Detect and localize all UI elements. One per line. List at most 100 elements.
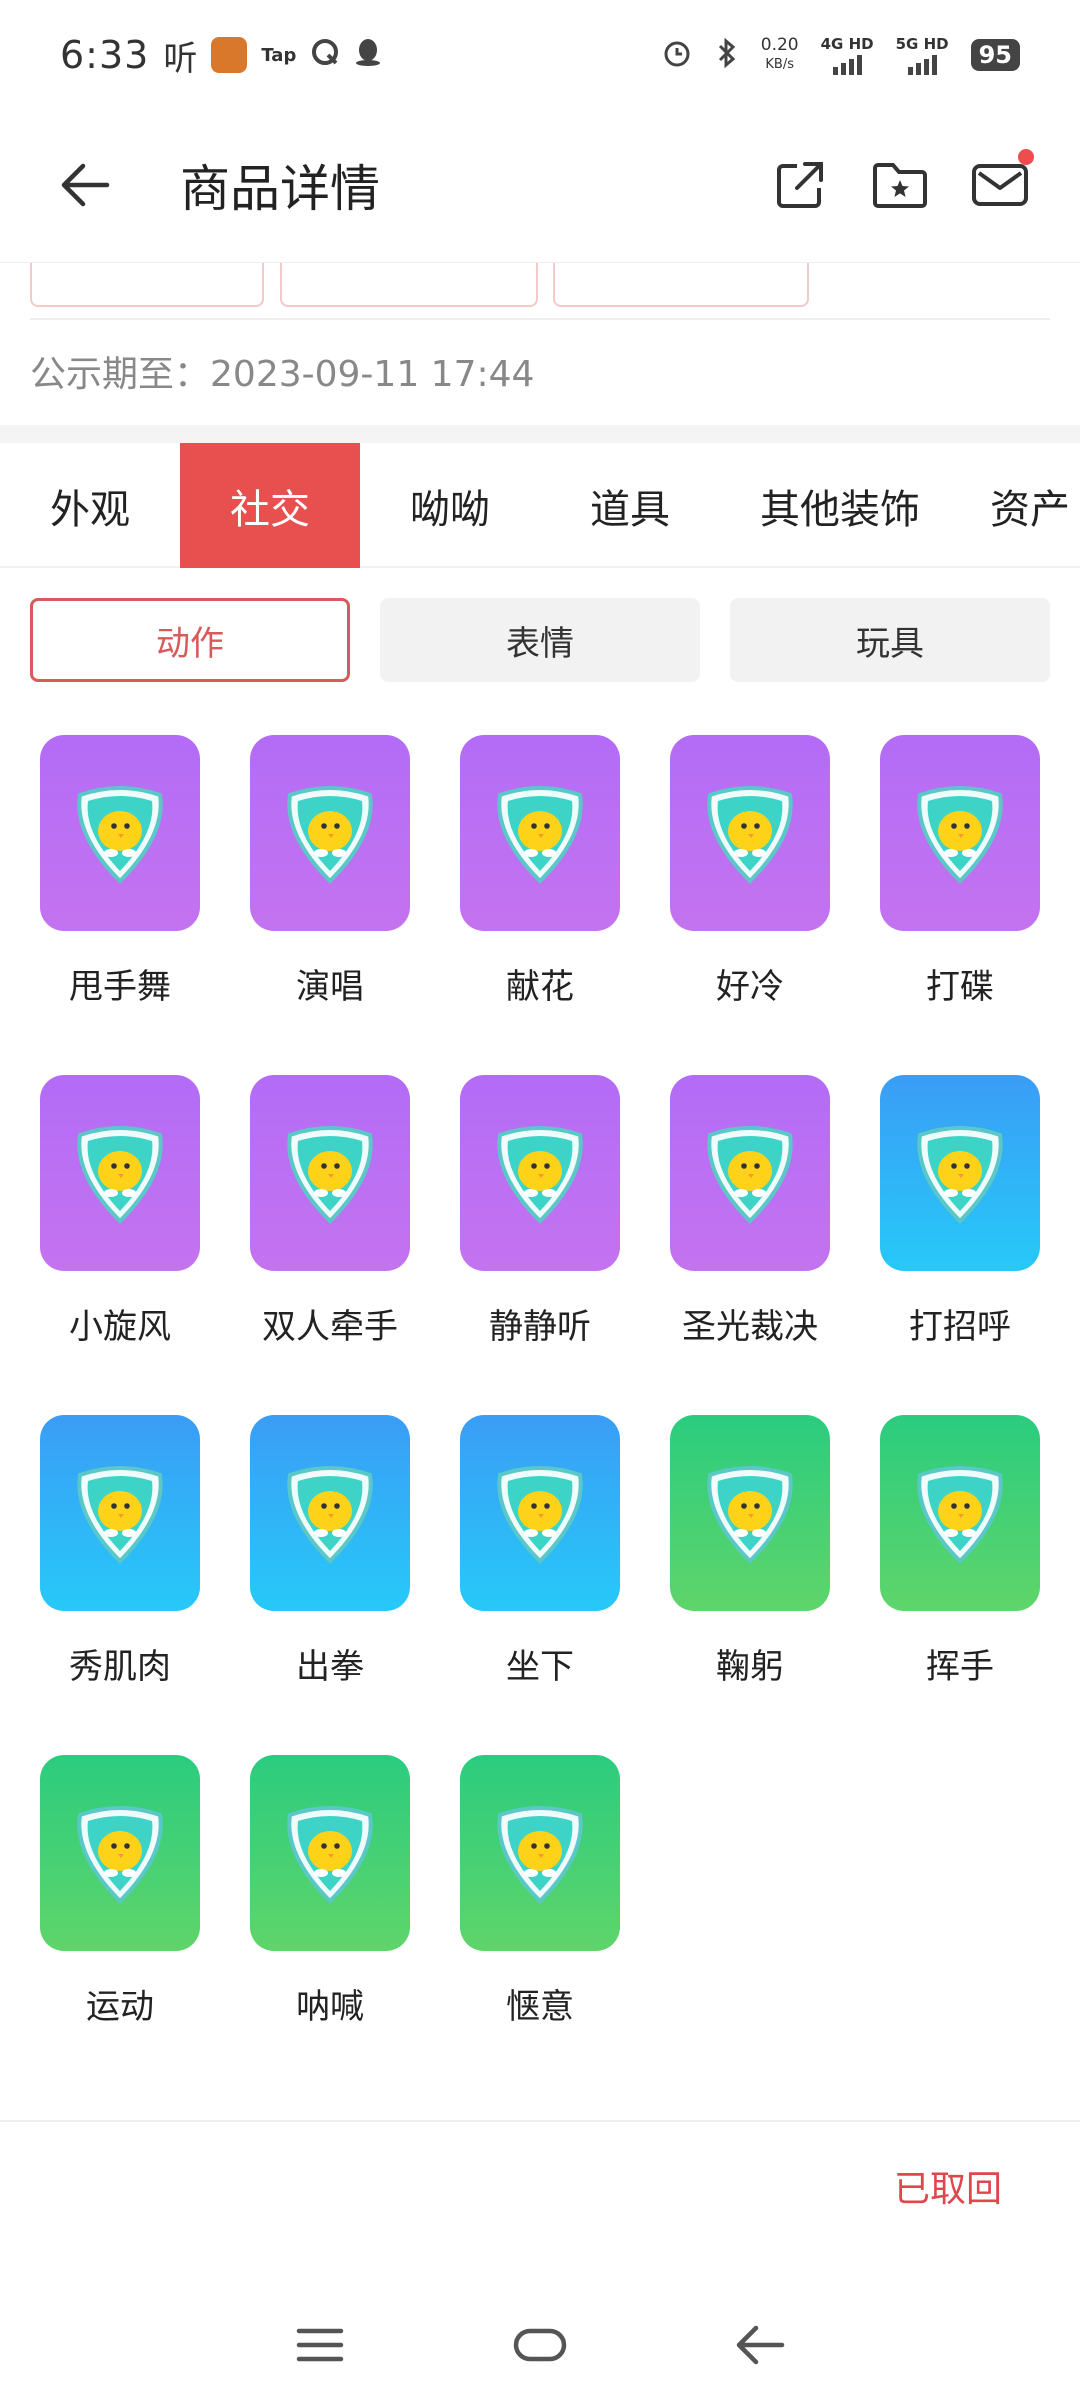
item-label: 惬意 <box>506 1987 574 2027</box>
tap-app-icon: Tap <box>261 44 297 66</box>
grid-item[interactable]: 打招呼 <box>870 1075 1050 1415</box>
signal-4g: 4G HD <box>821 35 874 75</box>
filter-emote[interactable]: 表情 <box>380 598 700 682</box>
grid-item[interactable]: 甩手舞 <box>30 735 210 1075</box>
item-label: 秀肌肉 <box>69 1647 171 1687</box>
item-thumbnail <box>460 1075 620 1271</box>
signal-5g: 5G HD <box>896 35 949 75</box>
grid-item[interactable]: 运动 <box>30 1755 210 2095</box>
grid-item[interactable]: 圣光裁决 <box>660 1075 840 1415</box>
grid-item[interactable]: 小旋风 <box>30 1075 210 1415</box>
item-thumbnail <box>670 1415 830 1611</box>
emote-chick-icon <box>917 1126 1003 1224</box>
grid-item[interactable]: 呐喊 <box>240 1755 420 2095</box>
grid-item[interactable]: 坐下 <box>450 1415 630 1755</box>
item-thumbnail <box>880 735 1040 931</box>
grid-item[interactable]: 挥手 <box>870 1415 1050 1755</box>
item-label: 静静听 <box>489 1307 591 1347</box>
grid-item[interactable]: 惬意 <box>450 1755 630 2095</box>
item-label: 献花 <box>506 967 574 1007</box>
tab-other-decor[interactable]: 其他装饰 <box>720 443 960 568</box>
item-label: 演唱 <box>296 967 364 1007</box>
emote-chick-icon <box>497 1466 583 1564</box>
announce-period: 公示期至：2023-09-11 17:44 <box>30 345 534 397</box>
back-arrow-icon <box>61 163 110 207</box>
grid-item[interactable]: 鞠躬 <box>660 1415 840 1755</box>
emote-chick-icon <box>917 786 1003 884</box>
back-button[interactable] <box>50 150 120 220</box>
nav-menu-button[interactable] <box>280 2315 360 2375</box>
net-speed-unit: KB/s <box>765 57 794 72</box>
item-thumbnail <box>670 735 830 931</box>
item-thumbnail <box>250 1755 410 1951</box>
emote-chick-icon <box>497 1806 583 1904</box>
bluetooth-icon <box>715 37 739 74</box>
attribute-tag[interactable] <box>30 263 264 307</box>
item-label: 小旋风 <box>69 1307 171 1347</box>
announce-value: 2023-09-11 17:44 <box>210 354 535 395</box>
emote-chick-icon <box>77 1126 163 1224</box>
share-button[interactable] <box>770 155 830 215</box>
emote-chick-icon <box>707 786 793 884</box>
attribute-tag[interactable] <box>553 263 809 307</box>
item-thumbnail <box>250 1415 410 1611</box>
attribute-tag[interactable] <box>280 263 538 307</box>
emote-chick-icon <box>917 1466 1003 1564</box>
item-label: 好冷 <box>716 967 784 1007</box>
filter-toy[interactable]: 玩具 <box>730 598 1050 682</box>
filter-action[interactable]: 动作 <box>30 598 350 682</box>
grid-item[interactable]: 献花 <box>450 735 630 1075</box>
message-button[interactable] <box>970 149 1034 215</box>
tab-props[interactable]: 道具 <box>540 443 720 568</box>
item-label: 打招呼 <box>909 1307 1011 1347</box>
nav-home-button[interactable] <box>500 2315 580 2375</box>
item-thumbnail <box>460 735 620 931</box>
item-thumbnail <box>250 735 410 931</box>
tab-assets[interactable]: 资产 <box>960 443 1080 568</box>
item-label: 挥手 <box>926 1647 994 1687</box>
item-label: 鞠躬 <box>716 1647 784 1687</box>
item-thumbnail <box>40 1415 200 1611</box>
item-label: 出拳 <box>296 1647 364 1687</box>
item-thumbnail <box>250 1075 410 1271</box>
qq-penguin-icon <box>354 35 382 76</box>
bottom-divider <box>0 2120 1080 2122</box>
item-thumbnail <box>880 1415 1040 1611</box>
alarm-icon <box>661 37 693 74</box>
status-left: 6:33 听 Tap <box>60 31 382 80</box>
nav-back-button[interactable] <box>720 2315 800 2375</box>
section-gap <box>0 425 1080 443</box>
folder-star-icon <box>873 163 927 208</box>
subcategory-filters: 动作 表情 玩具 <box>30 598 1050 682</box>
divider <box>30 318 1050 320</box>
grid-item[interactable]: 出拳 <box>240 1415 420 1755</box>
item-grid: 甩手舞 演唱 献花 好冷 打碟小旋风 双人牵手 静静听 圣光裁决 打招呼秀肌肉 出拳 坐下 鞠躬 挥手运… <box>30 735 1050 2095</box>
app-header: 商品详情 <box>0 110 1080 260</box>
emote-chick-icon <box>707 1466 793 1564</box>
tab-appearance[interactable]: 外观 <box>0 443 180 568</box>
item-label: 坐下 <box>506 1647 574 1687</box>
status-bar: 6:33 听 Tap 0.20 KB/s 4G HD 5G HD 95 <box>0 0 1080 110</box>
tab-yoyo[interactable]: 呦呦 <box>360 443 540 568</box>
net-speed: 0.20 KB/s <box>761 36 799 74</box>
withdrawn-status[interactable]: 已取回 <box>894 2160 1002 2212</box>
category-tabs: 外观 社交 呦呦 道具 其他装饰 资产 <box>0 443 1080 568</box>
grid-item[interactable]: 静静听 <box>450 1075 630 1415</box>
emote-chick-icon <box>287 786 373 884</box>
emote-chick-icon <box>77 786 163 884</box>
status-right: 0.20 KB/s 4G HD 5G HD 95 <box>661 35 1020 75</box>
favorite-folder-button[interactable] <box>870 155 930 215</box>
grid-item[interactable]: 打碟 <box>870 735 1050 1075</box>
emote-chick-icon <box>77 1466 163 1564</box>
attribute-tags-strip <box>0 262 1080 318</box>
emote-chick-icon <box>77 1806 163 1904</box>
share-icon <box>777 162 823 208</box>
item-thumbnail <box>460 1755 620 1951</box>
grid-item[interactable]: 演唱 <box>240 735 420 1075</box>
tab-social[interactable]: 社交 <box>180 443 360 568</box>
grid-item[interactable]: 秀肌肉 <box>30 1415 210 1755</box>
grid-item[interactable]: 好冷 <box>660 735 840 1075</box>
emote-chick-icon <box>287 1806 373 1904</box>
emote-chick-icon <box>287 1466 373 1564</box>
grid-item[interactable]: 双人牵手 <box>240 1075 420 1415</box>
